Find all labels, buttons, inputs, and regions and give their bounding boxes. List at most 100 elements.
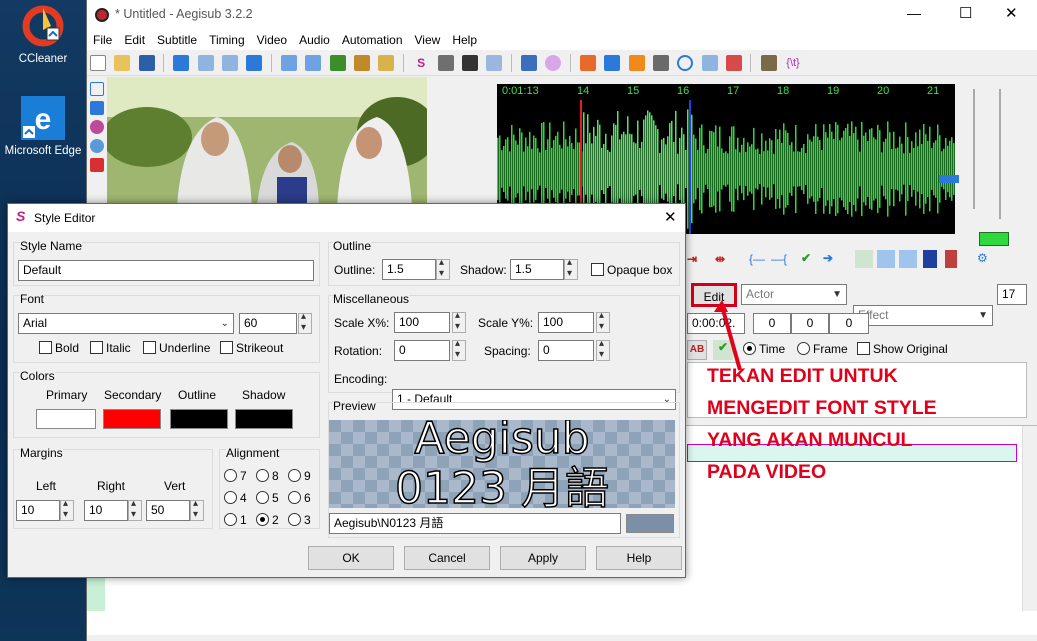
resample-icon[interactable] <box>378 55 395 71</box>
minimize-button[interactable]: — <box>907 5 921 21</box>
margin-vert-field[interactable]: 0 <box>829 313 869 334</box>
tag-toggle-icon[interactable]: {\t} <box>785 55 801 71</box>
alignment-radio-2[interactable]: 2 <box>256 513 279 527</box>
fonts-collector-icon[interactable] <box>461 55 478 71</box>
video-display[interactable] <box>107 77 427 207</box>
alignment-radio-1[interactable]: 1 <box>224 513 247 527</box>
menu-subtitle[interactable]: Subtitle <box>151 30 203 50</box>
timing-postprocessor-icon[interactable] <box>604 55 621 71</box>
next-line-icon[interactable]: —{ <box>771 252 787 266</box>
kanji-timer-icon[interactable] <box>628 55 645 71</box>
menu-audio[interactable]: Audio <box>293 30 336 50</box>
margin-right-spinner[interactable] <box>128 498 142 521</box>
close-button[interactable]: ✕ <box>1005 4 1018 22</box>
margin-right-input[interactable]: 10 <box>84 500 128 521</box>
alignment-radio-9[interactable]: 9 <box>288 469 311 483</box>
menu-video[interactable]: Video <box>251 30 293 50</box>
margin-left-input[interactable]: 10 <box>16 500 60 521</box>
frame-radio[interactable]: Frame <box>797 342 848 356</box>
scale-y-input[interactable]: 100 <box>538 312 594 333</box>
underline-checkbox[interactable]: Underline <box>143 341 210 355</box>
options-tools-icon[interactable] <box>760 55 777 71</box>
rotation-spinner[interactable] <box>452 338 466 361</box>
help-button[interactable]: Help <box>596 546 682 570</box>
attachments-icon[interactable] <box>437 55 454 71</box>
zoom-out-icon[interactable] <box>222 55 239 71</box>
alignment-radio-4[interactable]: 4 <box>224 491 247 505</box>
alignment-radio-3[interactable]: 3 <box>288 513 311 527</box>
alignment-radio-6[interactable]: 6 <box>288 491 311 505</box>
outline-width-input[interactable]: 1.5 <box>382 259 436 280</box>
find-icon[interactable] <box>486 55 503 71</box>
spell-check-icon[interactable] <box>545 55 562 71</box>
menu-automation[interactable]: Automation <box>336 30 409 50</box>
font-combo[interactable]: Arial ⌄ <box>18 313 234 334</box>
selection-end-marker[interactable] <box>689 100 691 234</box>
shadow-depth-spinner[interactable] <box>564 257 578 280</box>
properties-icon[interactable] <box>305 55 322 71</box>
keyframe-icon[interactable] <box>246 55 263 71</box>
preview-background-color-button[interactable] <box>626 514 674 533</box>
alignment-radio-8[interactable]: 8 <box>256 469 279 483</box>
margin-vert-spinner[interactable] <box>190 498 204 521</box>
styles-manager-icon[interactable] <box>281 55 298 71</box>
font-size-input[interactable]: 60 <box>239 313 297 334</box>
play-to-end-icon[interactable]: ⇥ <box>687 252 697 266</box>
zoom-indicator[interactable] <box>979 232 1009 246</box>
rotate-z-icon[interactable] <box>90 120 104 134</box>
alignment-radio-7[interactable]: 7 <box>224 469 247 483</box>
margin-right-field[interactable]: 0 <box>791 313 829 334</box>
maximize-button[interactable]: ☐ <box>959 4 972 22</box>
jump-video-icon[interactable] <box>173 55 190 71</box>
layer-field[interactable]: 17 <box>997 284 1027 305</box>
shift-times-icon[interactable] <box>579 55 596 71</box>
opaque-box-checkbox[interactable]: Opaque box <box>591 263 672 277</box>
check-icon[interactable] <box>725 55 742 71</box>
scale-x-input[interactable]: 100 <box>394 312 450 333</box>
auto-commit-icon[interactable] <box>855 250 873 268</box>
spacing-spinner[interactable] <box>596 338 610 361</box>
style-editor-icon[interactable]: S <box>413 55 429 71</box>
scale-tool-icon[interactable] <box>90 158 104 172</box>
dialog-close-button[interactable]: ✕ <box>664 208 677 226</box>
ok-button[interactable]: OK <box>308 546 394 570</box>
menu-view[interactable]: View <box>409 30 447 50</box>
alignment-radio-5[interactable]: 5 <box>256 491 279 505</box>
bold-checkbox[interactable]: Bold <box>39 341 79 355</box>
font-size-spinner[interactable] <box>298 311 312 334</box>
outline-width-spinner[interactable] <box>436 257 450 280</box>
film-icon[interactable] <box>329 55 346 71</box>
outline-color-swatch[interactable] <box>170 409 228 429</box>
drag-tool-icon[interactable] <box>90 101 104 115</box>
shadow-depth-input[interactable]: 1.5 <box>510 259 564 280</box>
open-folder-icon[interactable] <box>114 55 131 71</box>
karaoke-icon[interactable] <box>945 250 957 268</box>
scale-x-spinner[interactable] <box>452 310 466 333</box>
rotation-input[interactable]: 0 <box>394 340 450 361</box>
show-original-checkbox[interactable]: Show Original <box>857 342 948 356</box>
cancel-button[interactable]: Cancel <box>404 546 490 570</box>
go-icon[interactable]: ➔ <box>823 251 833 265</box>
zoom-in-icon[interactable] <box>197 55 214 71</box>
save-icon[interactable] <box>138 55 155 71</box>
translation-icon[interactable] <box>520 55 537 71</box>
stop-icon[interactable] <box>652 55 669 71</box>
rotate-xy-icon[interactable] <box>90 139 104 153</box>
commit-icon[interactable]: {— <box>749 252 765 266</box>
margin-vert-input[interactable]: 50 <box>146 500 190 521</box>
margin-left-spinner[interactable] <box>60 498 74 521</box>
audio-options-icon[interactable]: ⚙ <box>977 251 988 265</box>
play-range-icon[interactable]: ⇹ <box>715 252 725 266</box>
preview-text-input[interactable]: Aegisub\N0123 月語 <box>329 513 621 534</box>
standard-tool-icon[interactable] <box>90 82 104 96</box>
ccleaner-desktop-icon[interactable]: CCleaner <box>3 4 83 66</box>
auto-next-icon[interactable] <box>877 250 895 268</box>
clock-icon[interactable] <box>677 55 694 71</box>
new-file-icon[interactable] <box>90 55 106 71</box>
auto-scroll-icon[interactable] <box>899 250 917 268</box>
menu-edit[interactable]: Edit <box>118 30 151 50</box>
style-name-input[interactable]: Default <box>18 260 314 281</box>
spectrum-icon[interactable] <box>923 250 937 268</box>
menu-file[interactable]: File <box>87 30 118 50</box>
secondary-color-swatch[interactable] <box>103 409 161 429</box>
